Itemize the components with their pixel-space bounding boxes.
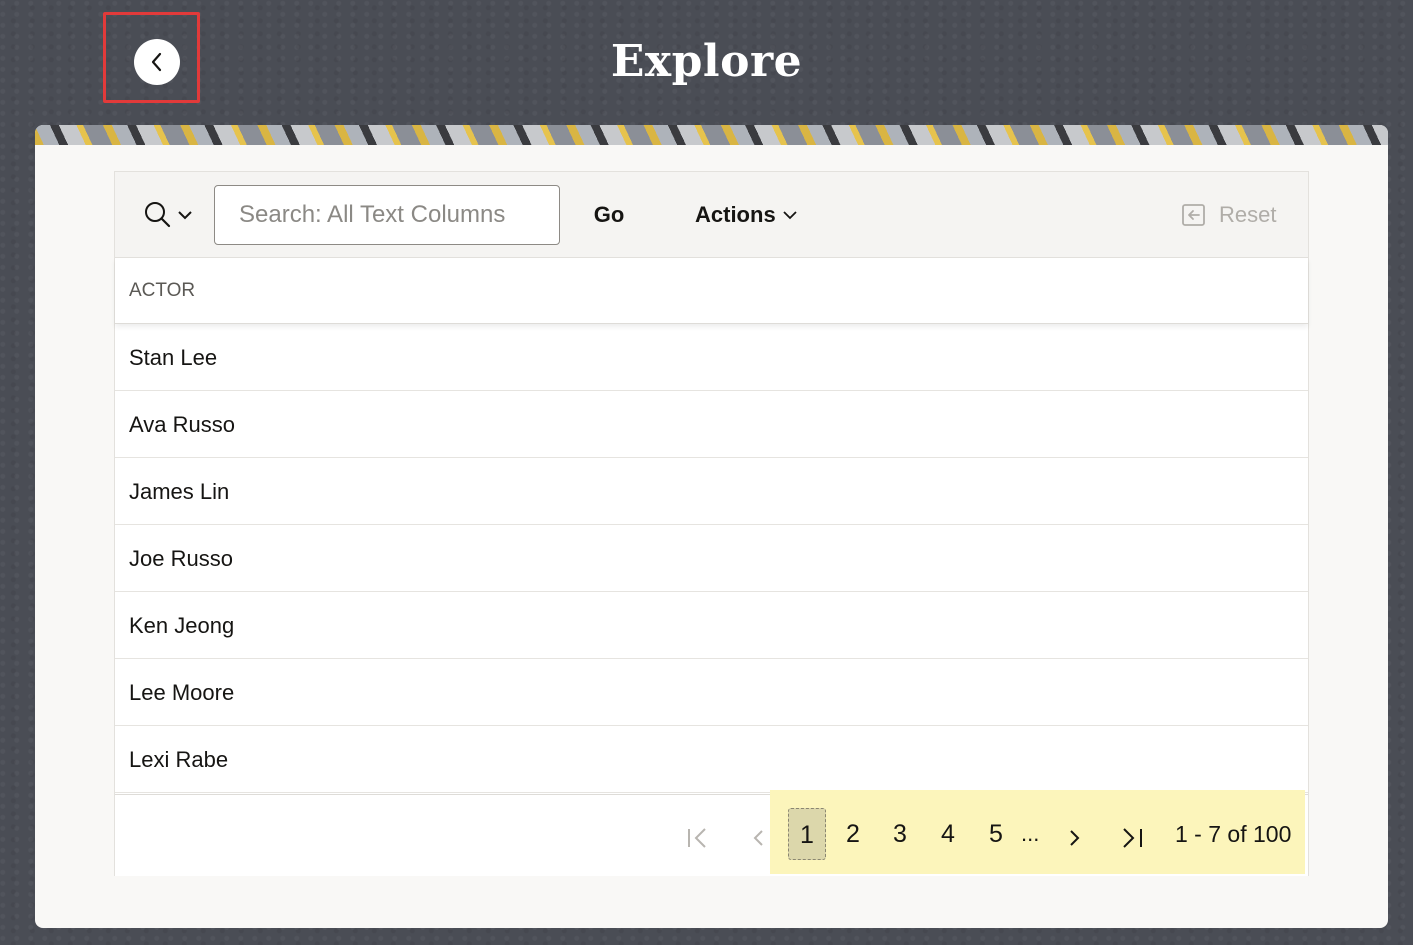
last-page-icon[interactable] [1120,825,1146,851]
content-card: Go Actions Reset ACTOR Stan Lee Ava Russ… [35,125,1388,928]
page-2-button[interactable]: 2 [834,808,872,860]
search-icon [145,202,171,228]
pagination-ellipsis: ... [1021,821,1040,846]
column-header-actor[interactable]: ACTOR [115,258,1308,324]
table-row: Joe Russo [115,525,1308,592]
page-1-button[interactable]: 1 [788,808,826,860]
pagination-controls: 1 2 3 4 5 ... 1 - 7 of 100 [770,790,1305,874]
reset-label: Reset [1219,202,1277,227]
reset-icon [1182,204,1205,226]
table-row: James Lin [115,458,1308,525]
interactive-report: Go Actions Reset ACTOR Stan Lee Ava Russ… [114,171,1309,876]
pagination-footer: 1 2 3 4 5 ... 1 - 7 of 100 [115,790,1308,876]
page-5-button[interactable]: 5 [977,808,1015,860]
page-title: Explore [610,36,803,87]
first-page-icon[interactable] [685,825,711,851]
chevron-down-icon [178,211,192,220]
table-row: Ken Jeong [115,592,1308,659]
pagination-status: 1 - 7 of 100 [1175,821,1292,847]
previous-page-icon[interactable] [745,825,771,851]
decorative-banner [35,125,1388,145]
page-4-button[interactable]: 4 [929,808,967,860]
page-3-button[interactable]: 3 [881,808,919,860]
table-row: Lexi Rabe [115,726,1308,793]
actions-label: Actions [695,202,776,227]
chevron-down-icon [783,211,797,220]
table-row: Lee Moore [115,659,1308,726]
search-column-selector[interactable] [143,198,197,232]
report-toolbar: Go Actions Reset [115,172,1308,258]
go-button[interactable]: Go [581,192,637,238]
report-table: ACTOR Stan Lee Ava Russo James Lin Joe R… [115,258,1308,793]
reset-button[interactable]: Reset [1181,192,1276,238]
table-row: Stan Lee [115,324,1308,391]
table-row: Ava Russo [115,391,1308,458]
next-page-icon[interactable] [1062,825,1088,851]
actions-menu-button[interactable]: Actions [695,192,798,238]
search-input[interactable] [214,185,560,245]
